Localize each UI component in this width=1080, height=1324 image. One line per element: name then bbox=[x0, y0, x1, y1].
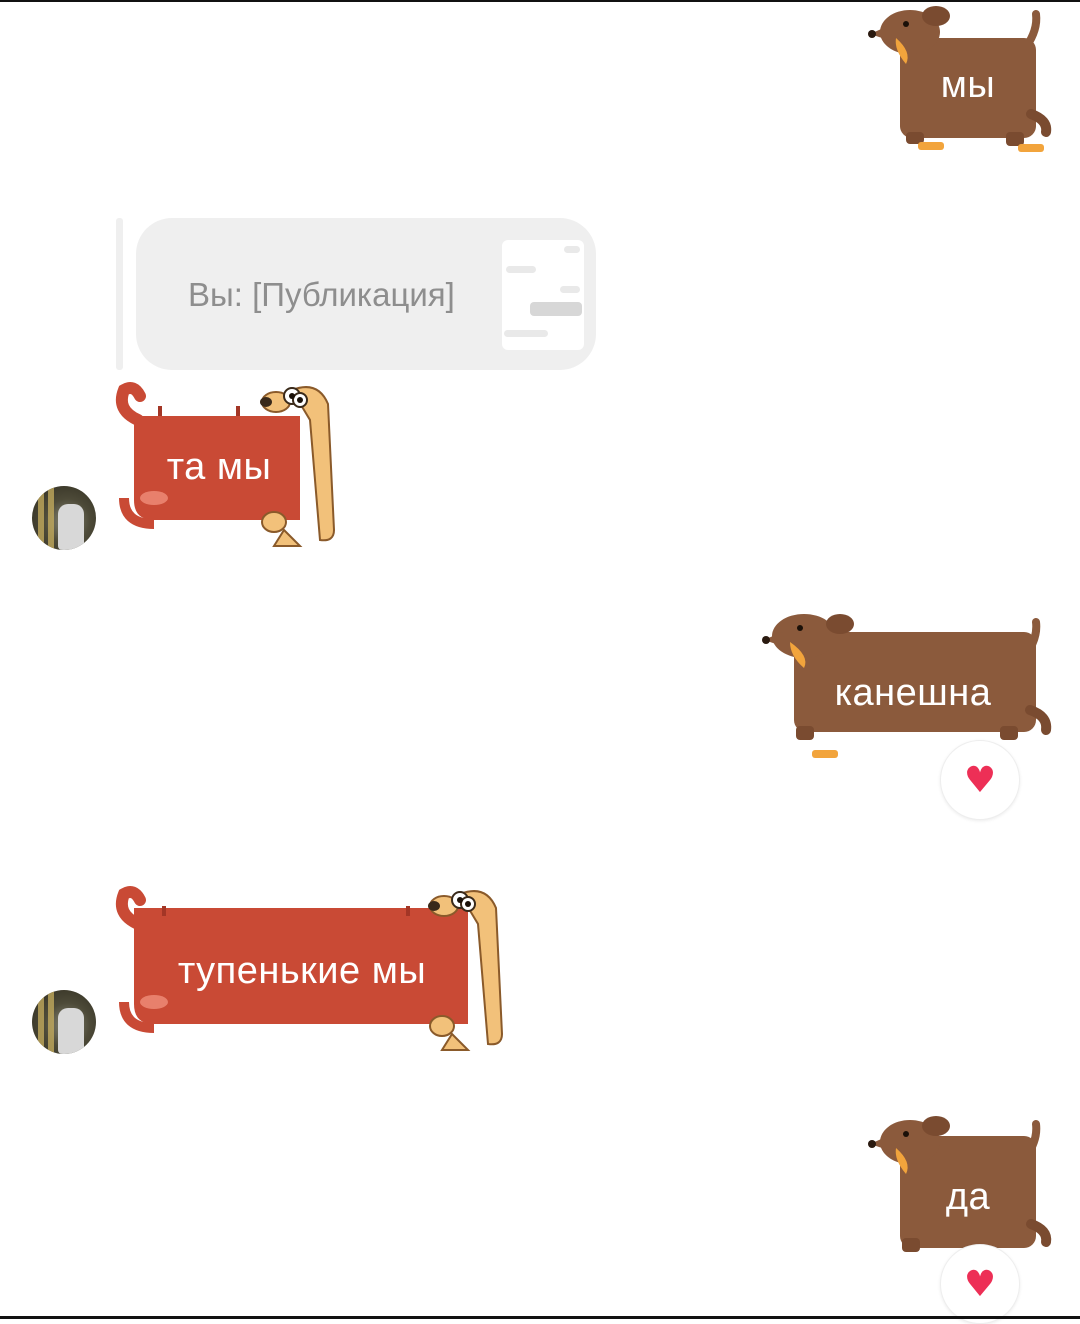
avatar-detail bbox=[58, 504, 84, 550]
thumb-line bbox=[506, 266, 536, 273]
avatar-detail bbox=[58, 1008, 84, 1054]
reply-quote-bar bbox=[116, 218, 123, 370]
reply-quote-bubble[interactable]: Вы: [Публикация] bbox=[136, 218, 596, 370]
avatar-detail bbox=[38, 990, 44, 1054]
heart-icon: ♥ bbox=[963, 1263, 997, 1305]
thumb-line bbox=[564, 246, 580, 253]
sticker-text: да bbox=[945, 1176, 991, 1218]
sticker-message-red-dog[interactable]: тупенькие мы bbox=[114, 884, 510, 1054]
thumb-line bbox=[560, 286, 580, 293]
sticker-message-brown-dog[interactable]: канешна bbox=[760, 610, 1056, 770]
publication-thumbnail[interactable] bbox=[502, 240, 584, 350]
sticker-message-red-dog[interactable]: та мы bbox=[114, 380, 340, 550]
thumb-line bbox=[504, 330, 548, 337]
avatar-detail bbox=[48, 486, 54, 550]
contact-avatar[interactable] bbox=[32, 486, 96, 550]
avatar-detail bbox=[48, 990, 54, 1054]
contact-avatar[interactable] bbox=[32, 990, 96, 1054]
bottom-divider bbox=[0, 1316, 1080, 1319]
heart-reaction[interactable]: ♥ bbox=[940, 1244, 1020, 1324]
heart-icon: ♥ bbox=[963, 759, 997, 801]
sticker-text: та мы bbox=[166, 446, 272, 488]
thumb-line bbox=[530, 302, 582, 316]
heart-reaction[interactable]: ♥ bbox=[940, 740, 1020, 820]
sticker-message-brown-dog[interactable]: мы bbox=[866, 2, 1056, 162]
sticker-text: тупенькие мы bbox=[177, 950, 427, 992]
reply-quote-text: Вы: [Публикация] bbox=[188, 276, 455, 313]
avatar-detail bbox=[38, 486, 44, 550]
reply-quote-publication[interactable]: Вы: [Публикация] bbox=[116, 218, 596, 370]
sticker-text: мы bbox=[940, 64, 996, 106]
sticker-text: канешна bbox=[834, 672, 992, 714]
